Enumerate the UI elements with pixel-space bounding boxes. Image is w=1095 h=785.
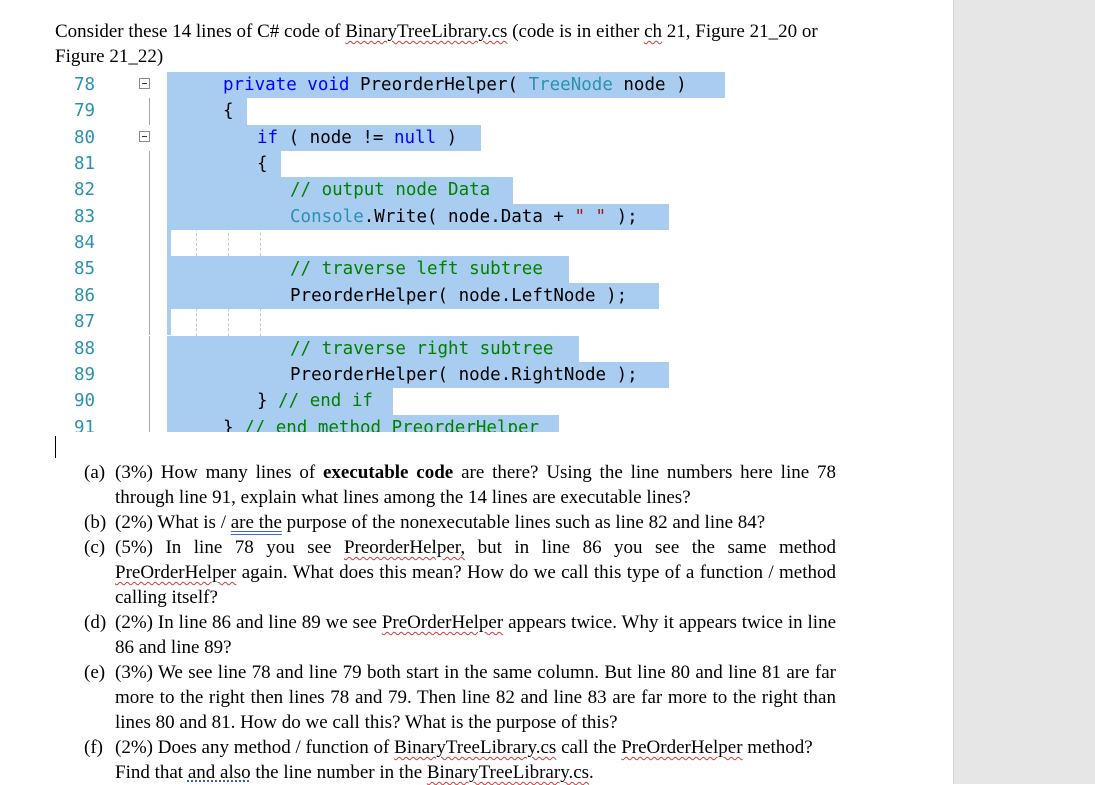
fold-guide xyxy=(149,361,150,389)
fold-guide xyxy=(149,388,150,415)
intro-paragraph: Consider these 14 lines of C# code of Bi… xyxy=(55,19,855,69)
line-number: 86 xyxy=(74,285,96,306)
question-text: (2%) In line 86 and line 89 we see PreOr… xyxy=(115,612,837,658)
question-e: (e) (3%) We see line 78 and line 79 both… xyxy=(84,660,836,735)
code-line-89: 89 PreorderHelper( node.RightNode ); xyxy=(55,361,755,389)
line-number: 82 xyxy=(74,180,96,201)
line-number: 81 xyxy=(74,154,96,175)
question-a: (a) (3%) How many lines of executable co… xyxy=(84,460,836,510)
question-d: (d) (2%) In line 86 and line 89 we see P… xyxy=(84,610,836,660)
question-label: (e) xyxy=(84,662,106,683)
collapse-icon[interactable] xyxy=(139,78,150,89)
right-margin-pane xyxy=(953,0,1095,784)
fold-guide xyxy=(149,256,150,283)
question-b: (b) (2%) What is / are the purpose of th… xyxy=(84,510,836,535)
question-text: (2%) What is / are the purpose of the no… xyxy=(115,512,766,533)
question-label: (d) xyxy=(84,612,107,633)
code-line-84: 84 xyxy=(55,230,755,257)
fold-guide xyxy=(149,203,150,231)
line-number: 89 xyxy=(74,364,96,385)
line-number: 84 xyxy=(74,233,96,254)
code-line-83: 83 Console.Write( node.Data + " " ); xyxy=(55,203,755,231)
fold-guide xyxy=(149,282,150,310)
code-text: { xyxy=(257,154,268,175)
question-label: (f) xyxy=(84,737,103,758)
line-number: 83 xyxy=(74,206,96,227)
code-line-85: 85 // traverse left subtree xyxy=(55,256,755,283)
code-screenshot: 78 private void PreorderHelper( TreeNode… xyxy=(55,72,755,432)
fold-guide xyxy=(149,151,150,178)
code-text: Console.Write( node.Data + " " ); xyxy=(290,206,638,227)
question-label: (c) xyxy=(84,537,106,558)
collapse-icon[interactable] xyxy=(139,130,150,142)
code-line-90: 90 } // end if xyxy=(55,388,755,415)
code-comment: // traverse right subtree xyxy=(290,338,554,359)
question-c: (c) (5%) In line 78 you see PreorderHelp… xyxy=(84,535,836,610)
intro-text: Consider these 14 lines of C# code of xyxy=(55,21,346,42)
line-number: 91 xyxy=(74,417,96,432)
code-text: private void PreorderHelper( TreeNode no… xyxy=(223,75,687,95)
code-comment: // output node Data xyxy=(290,180,491,201)
fold-guide xyxy=(149,309,150,336)
code-text: { xyxy=(223,101,234,122)
line-number: 87 xyxy=(74,312,96,333)
fold-guide xyxy=(149,335,150,362)
selection-highlight xyxy=(167,98,247,125)
code-line-87: 87 xyxy=(55,309,755,336)
question-f: (f) (2%) Does any method / function of B… xyxy=(84,735,836,785)
line-number: 85 xyxy=(74,259,96,280)
question-list: (a) (3%) How many lines of executable co… xyxy=(84,460,836,785)
line-number: 90 xyxy=(74,391,96,412)
intro-ch: ch xyxy=(644,21,662,42)
selection-highlight xyxy=(167,309,171,336)
line-number: 79 xyxy=(74,101,96,122)
question-label: (b) xyxy=(84,512,107,533)
code-text: PreorderHelper( node.RightNode ); xyxy=(290,364,638,385)
code-text: } // end method PreorderHelper xyxy=(223,417,540,432)
code-line-80: 80 if ( node != null ) xyxy=(55,124,755,152)
code-line-82: 82 // output node Data xyxy=(55,177,755,204)
question-label: (a) xyxy=(84,462,106,483)
code-line-88: 88 // traverse right subtree xyxy=(55,335,755,362)
code-line-86: 86 PreorderHelper( node.LeftNode ); xyxy=(55,282,755,310)
fold-guide xyxy=(149,414,150,432)
fold-guide xyxy=(149,230,150,257)
question-text: (5%) In line 78 you see PreorderHelper, … xyxy=(115,537,836,608)
selection-highlight xyxy=(167,230,171,257)
code-line-81: 81 { xyxy=(55,151,755,178)
line-number: 88 xyxy=(74,338,96,359)
code-text: PreorderHelper( node.LeftNode ); xyxy=(290,285,628,306)
fold-guide xyxy=(149,98,150,125)
code-comment: // traverse left subtree xyxy=(290,259,543,280)
text-cursor xyxy=(55,436,56,458)
line-number: 78 xyxy=(74,75,96,95)
fold-guide xyxy=(149,177,150,204)
intro-filename: BinaryTreeLibrary.cs xyxy=(345,21,508,42)
question-text: (3%) We see line 78 and line 79 both sta… xyxy=(115,662,836,733)
code-line-79: 79 { xyxy=(55,98,755,125)
question-text: (3%) How many lines of executable code a… xyxy=(115,462,836,508)
line-number: 80 xyxy=(74,127,96,148)
question-text: (2%) Does any method / function of Binar… xyxy=(115,737,813,783)
code-text: if ( node != null ) xyxy=(257,127,458,148)
intro-text-middle: (code is in either xyxy=(507,21,645,42)
code-text: } // end if xyxy=(257,391,373,412)
code-line-78: 78 private void PreorderHelper( TreeNode… xyxy=(55,72,755,99)
code-line-91: 91 } // end method PreorderHelper xyxy=(55,414,755,432)
